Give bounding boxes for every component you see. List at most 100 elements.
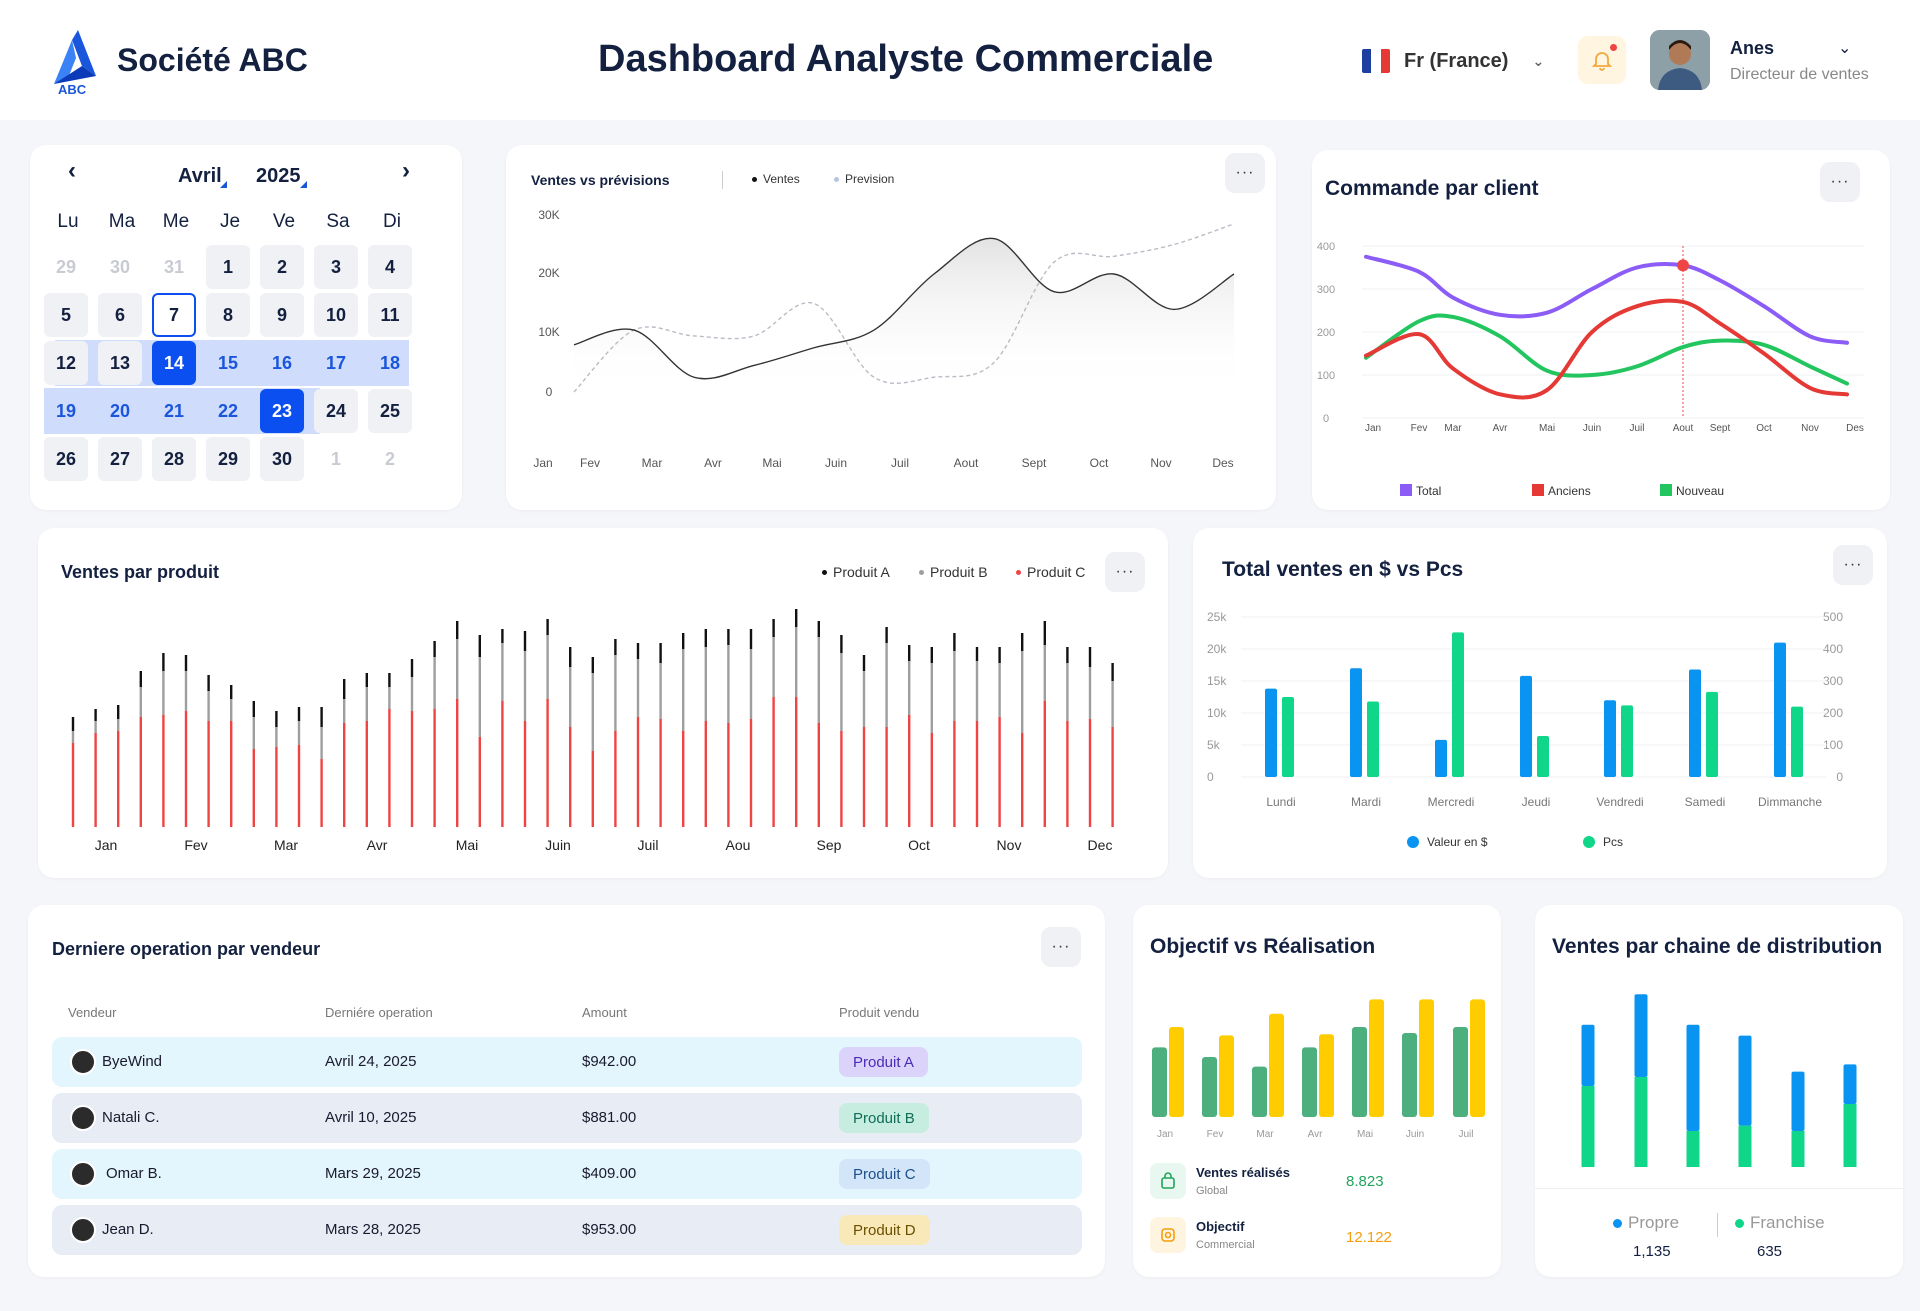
x-tick-label: Juin (825, 456, 847, 470)
bar-produit-c (817, 723, 820, 827)
bar-produit-c (1111, 727, 1114, 827)
bar-produit-c (682, 731, 685, 827)
table-row[interactable]: Jean D. Mars 28, 2025 $953.00 Produit D (52, 1205, 1082, 1255)
chevron-down-icon: ⌄ (1532, 52, 1545, 69)
bar-produit-b (252, 717, 255, 749)
notification-button[interactable] (1578, 36, 1626, 84)
calendar-day[interactable]: 7 (152, 293, 196, 337)
bar-produit-a (998, 647, 1001, 663)
bar-produit-b (410, 677, 414, 711)
calendar-day[interactable]: 30 (98, 245, 142, 289)
calendar-day[interactable]: 11 (368, 293, 412, 337)
calendar-day[interactable]: 29 (44, 245, 88, 289)
sales-vs-forecast-chart: 30K 20K 10K 0 Jan Fev Mar Avr Mai Juin Juil Aout Sep… (533, 208, 1235, 470)
calendar-day[interactable]: 31 (152, 245, 196, 289)
calendar-day[interactable]: 25 (368, 389, 412, 433)
bar-produit-c (207, 721, 210, 827)
calendar-day[interactable]: 27 (98, 437, 142, 481)
language-selector[interactable]: Fr (France) ⌄ (1362, 46, 1544, 76)
x-tick-label: Avr (1308, 1129, 1323, 1140)
calendar-day[interactable]: 24 (314, 389, 358, 433)
calendar-day[interactable]: 22 (206, 389, 250, 433)
calendar-day[interactable]: 23 (260, 389, 304, 433)
calendar-day[interactable]: 26 (44, 437, 88, 481)
bar-pcs (1367, 701, 1379, 777)
x-tick-label: Lundi (1266, 795, 1295, 809)
calendar-day[interactable]: 30 (260, 437, 304, 481)
calendar-day[interactable]: 1 (206, 245, 250, 289)
bar-produit-b (297, 721, 301, 745)
next-month-chevron-icon[interactable]: › (402, 157, 410, 185)
calendar-day[interactable]: 21 (152, 389, 196, 433)
column-header-date[interactable]: Derniére operation (325, 1005, 433, 1020)
calendar-day[interactable]: 9 (260, 293, 304, 337)
calendar-day[interactable]: 12 (44, 341, 88, 385)
bar-produit-b (704, 647, 707, 721)
calendar-day[interactable]: 4 (368, 245, 412, 289)
product-tag: Produit A (839, 1047, 928, 1077)
prev-month-chevron-icon[interactable]: ‹ (68, 157, 76, 185)
column-header-vendeur[interactable]: Vendeur (68, 1005, 116, 1020)
calendar-day[interactable]: 19 (44, 389, 88, 433)
bar-produit-b (953, 651, 956, 721)
calendar-day[interactable]: 10 (314, 293, 358, 337)
calendar-day[interactable]: 2 (368, 437, 412, 481)
bar-realise (1352, 1027, 1367, 1117)
calendar-day[interactable]: 28 (152, 437, 196, 481)
bar-valeur (1774, 642, 1786, 777)
calendar-day[interactable]: 15 (206, 341, 250, 385)
bar-produit-b (727, 645, 730, 723)
calendar-day[interactable]: 14 (152, 341, 196, 385)
calendar-day[interactable]: 17 (314, 341, 358, 385)
top-header: ABC Société ABC Dashboard Analyste Comme… (0, 0, 1920, 120)
distribution-card: Ventes par chaine de distribution Propre… (1535, 905, 1903, 1277)
calendar-day[interactable]: 16 (260, 341, 304, 385)
calendar-day[interactable]: 20 (98, 389, 142, 433)
year-select[interactable]: 2025 (256, 165, 301, 188)
calendar-day[interactable]: 29 (206, 437, 250, 481)
user-avatar[interactable] (1650, 30, 1710, 90)
table-row[interactable]: ByeWind Avril 24, 2025 $942.00 Produit A (52, 1037, 1082, 1087)
calendar-day[interactable]: 8 (206, 293, 250, 337)
bar-produit-c (591, 751, 594, 827)
weekday-je: Je (219, 211, 241, 232)
x-tick-label: Sept (1710, 423, 1731, 434)
user-menu-chevron-icon[interactable]: ⌄ (1838, 38, 1851, 58)
calendar-day[interactable]: 1 (314, 437, 358, 481)
bar-produit-b (862, 671, 866, 727)
bar-produit-c (749, 719, 753, 827)
cell-vendeur: ByeWind (102, 1053, 163, 1070)
stat-sales-value: 8.823 (1346, 1173, 1384, 1190)
bar-produit-a (297, 707, 301, 721)
bar-produit-c (523, 721, 527, 827)
month-select[interactable]: Avril (178, 165, 222, 188)
legend-label: Nouveau (1676, 484, 1724, 498)
x-tick-label: Des (1212, 456, 1233, 470)
calendar-day[interactable]: 6 (98, 293, 142, 337)
column-header-produit[interactable]: Produit vendu (839, 1005, 919, 1020)
x-tick-label: Avr (1493, 423, 1508, 434)
table-row[interactable]: Omar B. Mars 29, 2025 $409.00 Produit C (52, 1149, 1082, 1199)
calendar-day[interactable]: 2 (260, 245, 304, 289)
calendar-day[interactable]: 13 (98, 341, 142, 385)
highlight-point[interactable] (1677, 259, 1689, 272)
bar-produit-a (320, 707, 323, 727)
bar-produit-a (930, 647, 933, 663)
column-header-amount[interactable]: Amount (582, 1005, 627, 1020)
x-tick-label: Jan (533, 456, 552, 470)
calendar-day[interactable]: 18 (368, 341, 412, 385)
bar-produit-b (1043, 645, 1046, 701)
bar-produit-b (772, 637, 775, 697)
bar-objectif (1319, 1034, 1334, 1117)
last-operation-more-button[interactable]: ··· (1041, 927, 1081, 967)
calendar-day[interactable]: 3 (314, 245, 358, 289)
y-tick-label: 30K (538, 208, 559, 222)
bar-produit-a (636, 643, 640, 659)
bar-produit-c (117, 731, 120, 827)
bar-produit-a (410, 659, 414, 677)
weekday-me: Me (162, 211, 190, 232)
table-row[interactable]: Natali C. Avril 10, 2025 $881.00 Produit B (52, 1093, 1082, 1143)
x-tick-label: Nov (1150, 456, 1171, 470)
calendar-day[interactable]: 5 (44, 293, 88, 337)
bar-propre (1634, 994, 1648, 1077)
